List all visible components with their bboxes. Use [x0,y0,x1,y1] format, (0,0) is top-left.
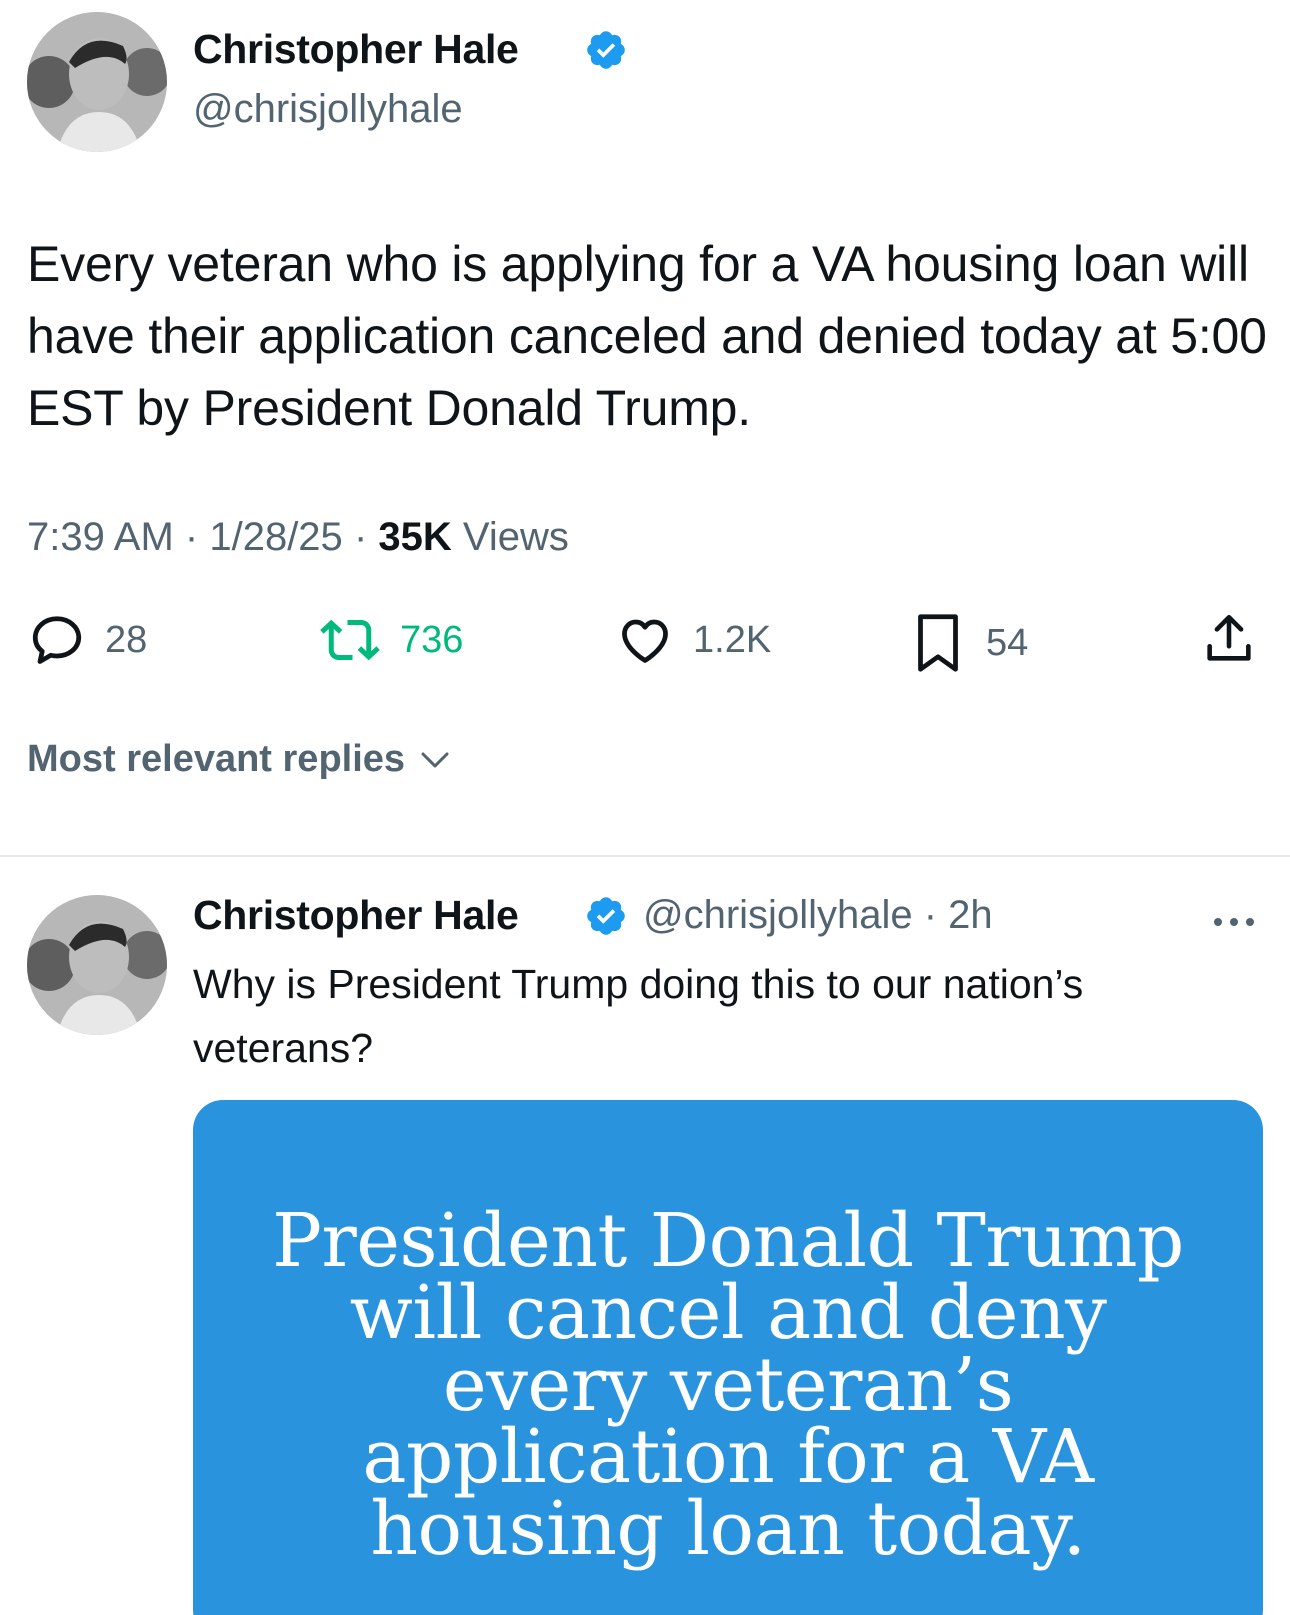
reply-author-handle[interactable]: @chrisjollyhale [643,893,913,937]
media-line: every veteran’s [442,1342,1014,1428]
replies-sort-dropdown[interactable]: Most relevant replies [27,738,453,781]
reply-author-name[interactable]: Christopher Hale [193,892,519,939]
share-button[interactable] [1200,610,1258,668]
media-line: President Donald Trump [272,1198,1184,1284]
media-image-text: President Donald Trump will cancel and d… [193,1198,1263,1572]
meta-separator: · [923,893,938,937]
avatar-photo [27,895,167,1035]
reply-media-image[interactable]: President Donald Trump will cancel and d… [193,1100,1263,1615]
like-icon [622,619,668,663]
chevron-down-icon [421,752,449,767]
bookmark-count: 54 [986,621,1029,664]
meta-separator: · [184,515,199,559]
bookmark-icon [918,614,958,672]
reply-author-avatar[interactable] [27,895,167,1035]
tweet-meta: 7:39 AM · 1/28/25 · 35K Views [27,515,569,560]
replies-sort-label: Most relevant replies [27,738,406,780]
media-line: will cancel and deny [349,1270,1107,1356]
media-line: housing loan today. [370,1486,1086,1572]
more-options-icon[interactable] [1210,910,1258,934]
views-count[interactable]: 35K [378,515,451,559]
tweet-text: Every veteran who is applying for a VA h… [27,236,1267,436]
reply-icon [32,616,82,664]
views-label[interactable]: Views [463,515,569,559]
divider [0,855,1290,857]
meta-separator: · [353,515,368,559]
repost-button[interactable]: 736 [318,610,463,670]
avatar-photo [27,12,167,152]
reply-button[interactable]: 28 [27,610,147,670]
reply-text: Why is President Trump doing this to our… [193,961,1084,1071]
bookmark-button[interactable]: 54 [908,610,1028,676]
like-count: 1.2K [693,618,772,661]
reply-age[interactable]: 2h [948,893,993,937]
share-icon [1207,614,1251,661]
tweet-date[interactable]: 1/28/25 [209,515,342,559]
verified-badge-icon [587,31,625,69]
author-handle[interactable]: @chrisjollyhale [193,87,463,132]
repost-count: 736 [400,618,464,661]
reply-handle-line: @chrisjollyhale · 2h [643,893,993,938]
verified-badge-icon [587,897,625,935]
like-button[interactable]: 1.2K [615,610,771,670]
media-line: application for a VA [362,1414,1094,1500]
tweet-time[interactable]: 7:39 AM [27,515,174,559]
reply-count: 28 [105,618,148,661]
author-name[interactable]: Christopher Hale [193,26,519,73]
repost-icon [320,619,380,661]
author-avatar[interactable] [27,12,167,152]
